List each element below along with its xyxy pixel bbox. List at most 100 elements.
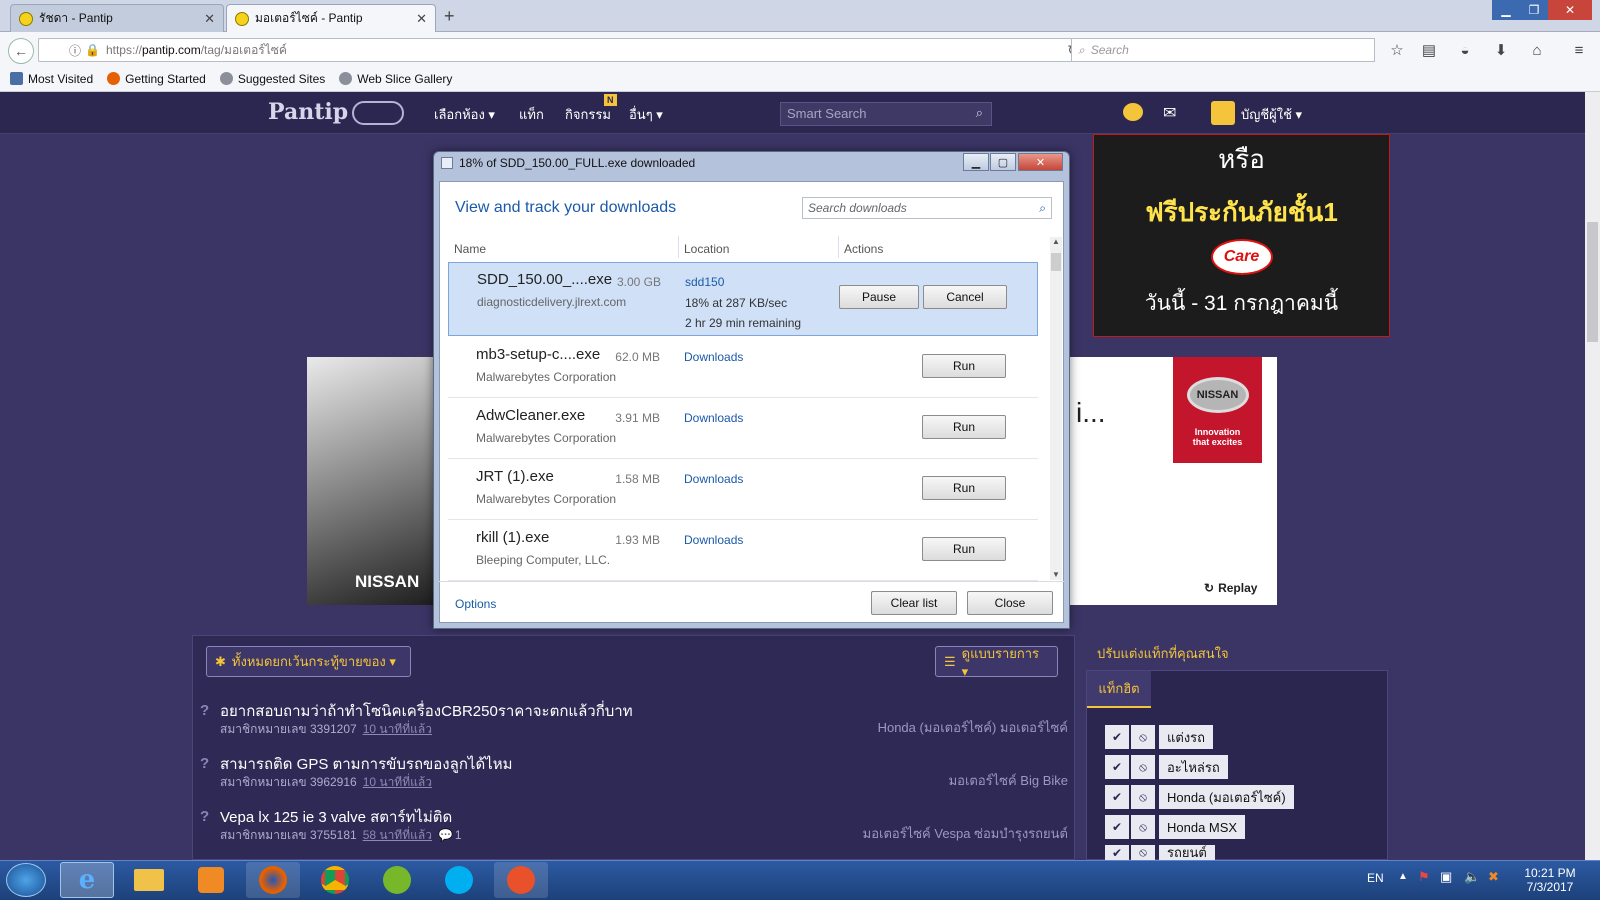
tag-label[interactable]: อะไหล่รถ: [1159, 755, 1228, 779]
topic-time[interactable]: 10 นาทีที่แล้ว: [363, 722, 432, 736]
scrollbar-thumb[interactable]: [1587, 222, 1598, 342]
bookmark-web-slice-gallery[interactable]: Web Slice Gallery: [339, 72, 452, 86]
tray-app-icon[interactable]: ✖: [1488, 869, 1499, 885]
topic-row[interactable]: ? สามารถติด GPS ตามการขับรถของลูกได้ไหม …: [200, 748, 1068, 800]
file-location[interactable]: Downloads: [684, 472, 743, 486]
pocket-icon[interactable]: ◒: [1454, 40, 1476, 60]
scroll-down-icon[interactable]: ▼: [1050, 570, 1062, 580]
back-icon[interactable]: ←: [8, 38, 34, 64]
window-close-icon[interactable]: ✕: [1548, 0, 1592, 20]
close-icon[interactable]: ✕: [1018, 153, 1063, 171]
file-location[interactable]: Downloads: [684, 411, 743, 425]
block-icon[interactable]: ⦸: [1131, 845, 1155, 860]
member-id[interactable]: สมาชิกหมายเลข 3962916: [220, 775, 357, 789]
topic-row[interactable]: ? Vepa lx 125 ie 3 valve สตาร์ทไม่ติด สม…: [200, 801, 1068, 851]
info-icon[interactable]: ⓘ: [69, 42, 81, 59]
explorer-taskbar-icon[interactable]: [122, 862, 176, 898]
flag-icon[interactable]: ⚑: [1418, 869, 1430, 885]
member-id[interactable]: สมาชิกหมายเลข 3755181: [220, 828, 357, 842]
view-dropdown[interactable]: ☰ ดูแบบรายการ ▾: [935, 646, 1058, 679]
avatar[interactable]: [1211, 101, 1235, 125]
download-row[interactable]: rkill (1).exe 1.93 MB Bleeping Computer,…: [448, 521, 1038, 581]
site-logo[interactable]: Pantip: [268, 99, 348, 125]
volume-icon[interactable]: 🔈: [1464, 869, 1480, 885]
column-name[interactable]: Name: [454, 242, 486, 256]
column-location[interactable]: Location: [684, 242, 729, 256]
search-input[interactable]: ⌕ Search: [1071, 38, 1375, 62]
run-button[interactable]: Run: [922, 415, 1006, 439]
cancel-button[interactable]: Cancel: [923, 285, 1007, 309]
smart-search-input[interactable]: Smart Search ⌕: [780, 102, 992, 126]
tag-label[interactable]: แต่งรถ: [1159, 725, 1214, 749]
run-button[interactable]: Run: [922, 476, 1006, 500]
search-downloads-input[interactable]: Search downloads ⌕: [802, 197, 1052, 219]
firefox-taskbar-icon[interactable]: [246, 862, 300, 898]
network-icon[interactable]: ▣: [1440, 869, 1452, 885]
skype-taskbar-icon[interactable]: [432, 862, 486, 898]
nav-tags[interactable]: แท็ก: [519, 104, 544, 125]
show-hidden-icons[interactable]: ▲: [1398, 871, 1408, 882]
topic-tags[interactable]: มอเตอร์ไซค์ Vespa ซ่อมบำรุงรถยนต์: [863, 823, 1068, 844]
close-button[interactable]: Close: [967, 591, 1053, 615]
insurance-ad[interactable]: หรือ ฟรีประกันภัยชั้น1 Care วันนี้ - 31 …: [1093, 134, 1390, 337]
file-location[interactable]: Downloads: [684, 350, 743, 364]
language-indicator[interactable]: EN: [1367, 871, 1384, 885]
nav-select-room[interactable]: เลือกห้อง ▾: [434, 104, 495, 125]
account-menu[interactable]: บัญชีผู้ใช้ ▾: [1241, 104, 1302, 125]
bookmark-most-visited[interactable]: Most Visited: [10, 72, 93, 86]
block-icon[interactable]: ⦸: [1131, 785, 1155, 809]
nissan-logo[interactable]: NISSAN Innovation that excites: [1173, 357, 1262, 463]
media-player-taskbar-icon[interactable]: [184, 862, 238, 898]
downloads-icon[interactable]: ⬇: [1490, 40, 1512, 60]
car-ad-image[interactable]: NISSAN: [307, 357, 435, 605]
check-icon[interactable]: ✔: [1105, 845, 1129, 860]
download-row[interactable]: JRT (1).exe 1.58 MB Malwarebytes Corpora…: [448, 460, 1038, 520]
nav-more[interactable]: อื่นๆ ▾: [629, 104, 663, 125]
close-icon[interactable]: ✕: [204, 11, 215, 27]
download-row[interactable]: AdwCleaner.exe 3.91 MB Malwarebytes Corp…: [448, 399, 1038, 459]
close-icon[interactable]: ✕: [416, 11, 427, 27]
block-icon[interactable]: ⦸: [1131, 815, 1155, 839]
tab-active[interactable]: มอเตอร์ไซค์ - Pantip ✕: [226, 4, 436, 32]
downloads-scrollbar[interactable]: ▲ ▼: [1050, 237, 1062, 580]
start-button[interactable]: [6, 863, 46, 897]
home-icon[interactable]: ⌂: [1526, 40, 1548, 60]
search-icon[interactable]: ⌕: [976, 105, 983, 121]
ie-taskbar-icon[interactable]: e: [60, 862, 114, 898]
new-tab-icon[interactable]: +: [444, 6, 455, 27]
utorrent-taskbar-icon[interactable]: [370, 862, 424, 898]
run-button[interactable]: Run: [922, 354, 1006, 378]
reading-list-icon[interactable]: ▤: [1418, 40, 1440, 60]
mail-icon[interactable]: ✉: [1163, 103, 1176, 123]
chat-icon[interactable]: [1123, 103, 1143, 121]
file-location[interactable]: sdd150: [685, 275, 724, 289]
page-scrollbar[interactable]: [1585, 92, 1600, 860]
maximize-icon[interactable]: ❐: [1520, 0, 1548, 20]
run-button[interactable]: Run: [922, 537, 1006, 561]
search-icon[interactable]: ⌕: [1039, 201, 1046, 215]
clear-list-button[interactable]: Clear list: [871, 591, 957, 615]
url-bar[interactable]: ⓘ 🔒 https://pantip.com/tag/มอเตอร์ไซค์ ↻: [38, 38, 1088, 62]
topic-tags[interactable]: Honda (มอเตอร์ไซค์) มอเตอร์ไซค์: [878, 717, 1068, 738]
menu-icon[interactable]: ≡: [1568, 40, 1590, 60]
tag-label[interactable]: Honda (มอเตอร์ไซค์): [1159, 785, 1294, 809]
nav-activities[interactable]: กิจกรรม: [565, 104, 611, 125]
topic-time[interactable]: 10 นาทีที่แล้ว: [363, 775, 432, 789]
recorder-taskbar-icon[interactable]: [494, 862, 548, 898]
download-row-active[interactable]: SDD_150.00_....exe 3.00 GB diagnosticdel…: [448, 262, 1038, 336]
member-id[interactable]: สมาชิกหมายเลข 3391207: [220, 722, 357, 736]
pause-button[interactable]: Pause: [839, 285, 919, 309]
block-icon[interactable]: ⦸: [1131, 725, 1155, 749]
topic-time[interactable]: 58 นาทีที่แล้ว: [363, 828, 432, 842]
filter-dropdown[interactable]: ✱ ทั้งหมดยกเว้นกระทู้ขายของ ▾: [206, 646, 411, 677]
sidebar-title[interactable]: ปรับแต่งแท็กที่คุณสนใจ: [1097, 643, 1229, 664]
bookmark-getting-started[interactable]: Getting Started: [107, 72, 206, 86]
check-icon[interactable]: ✔: [1105, 755, 1129, 779]
check-icon[interactable]: ✔: [1105, 815, 1129, 839]
minimize-icon[interactable]: ▁: [963, 153, 989, 171]
topic-row[interactable]: ? อยากสอบถามว่าถ้าทำโซนิคเครื่องCBR250รา…: [200, 695, 1068, 747]
tag-label[interactable]: รถยนต์: [1159, 845, 1215, 860]
check-icon[interactable]: ✔: [1105, 785, 1129, 809]
check-icon[interactable]: ✔: [1105, 725, 1129, 749]
clock[interactable]: 10:21 PM 7/3/2017: [1522, 866, 1578, 894]
